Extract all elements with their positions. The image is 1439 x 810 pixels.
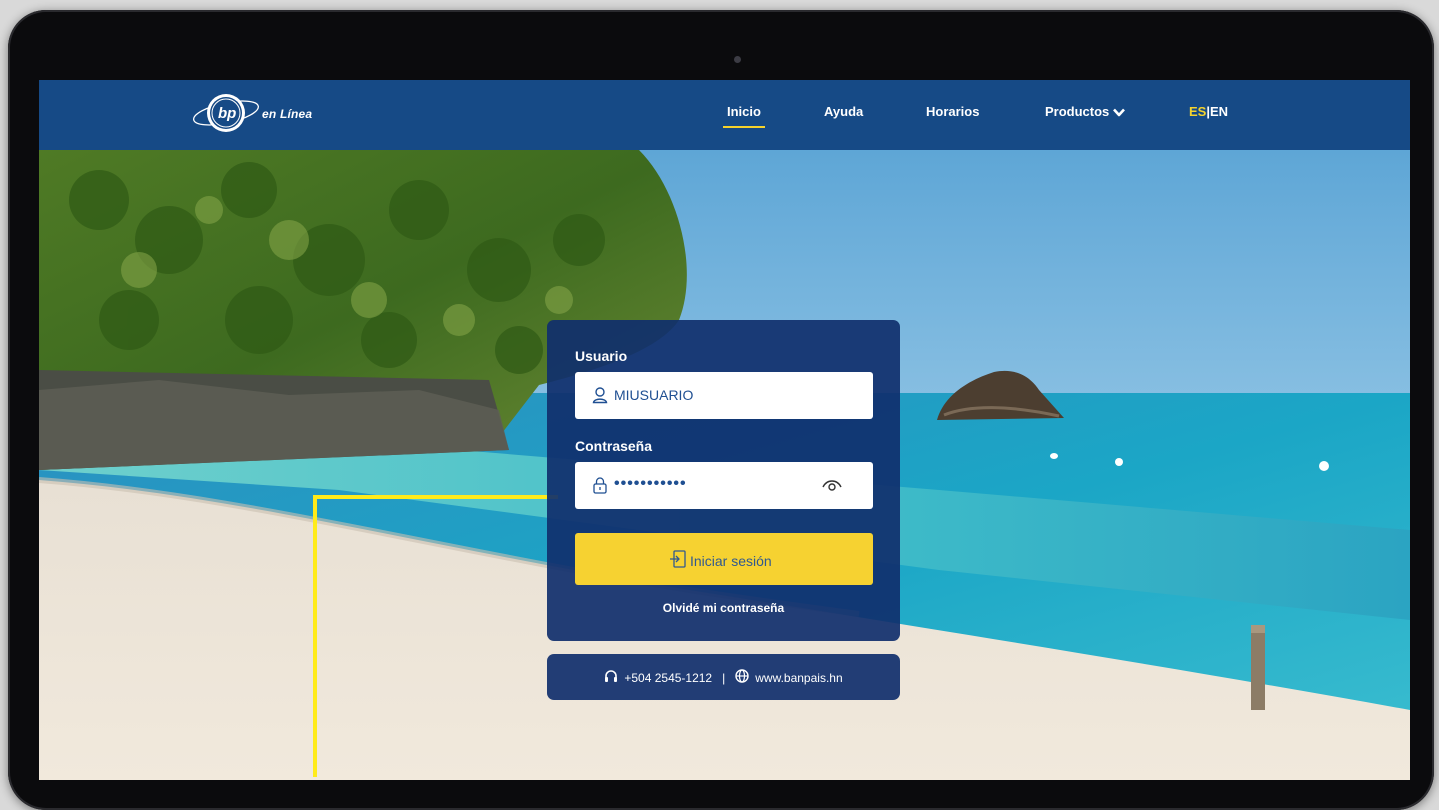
callout-line-vertical <box>313 497 317 777</box>
login-button[interactable]: Iniciar sesión <box>575 533 873 585</box>
nav-item-ayuda[interactable]: Ayuda <box>824 104 863 119</box>
contact-website[interactable]: www.banpais.hn <box>755 671 842 685</box>
contact-card: +504 2545-1212 | www.banpais.hn <box>547 654 900 700</box>
contact-phone[interactable]: +504 2545-1212 <box>624 671 712 685</box>
login-card: Usuario MIUSUARIO Contraseña •••••••••••… <box>547 320 900 641</box>
username-value: MIUSUARIO <box>614 387 694 403</box>
password-value: ••••••••••• <box>614 475 687 492</box>
camera <box>734 56 741 63</box>
lang-en[interactable]: EN <box>1210 104 1228 119</box>
top-navbar: bp en Línea Inicio Ayuda Horarios Produc… <box>39 80 1410 150</box>
contact-info: +504 2545-1212 | www.banpais.hn <box>547 669 900 686</box>
chevron-down-icon <box>1113 105 1126 120</box>
login-icon <box>669 549 687 572</box>
nav-item-inicio[interactable]: Inicio <box>723 104 765 128</box>
app-screen: bp en Línea Inicio Ayuda Horarios Produc… <box>39 80 1410 780</box>
login-button-content: Iniciar sesión <box>669 549 772 572</box>
username-label: Usuario <box>575 348 628 364</box>
globe-icon <box>735 669 749 686</box>
password-input[interactable]: ••••••••••• <box>575 462 873 509</box>
nav-item-productos-label: Productos <box>1045 104 1110 119</box>
nav-item-productos[interactable]: Productos <box>1045 104 1126 120</box>
username-input[interactable]: MIUSUARIO <box>575 372 873 419</box>
user-icon <box>591 386 609 404</box>
eye-icon[interactable] <box>821 476 843 494</box>
language-switch: ES|EN <box>1189 104 1228 119</box>
login-button-label: Iniciar sesión <box>690 552 772 569</box>
logo-mark-text: bp <box>218 105 236 122</box>
contact-separator: | <box>722 670 726 685</box>
nav-item-horarios[interactable]: Horarios <box>926 104 979 119</box>
headset-icon <box>604 669 618 686</box>
forgot-password-link[interactable]: Olvidé mi contraseña <box>547 601 900 615</box>
callout-line-horizontal <box>313 495 558 499</box>
brand-logo[interactable]: bp en Línea <box>184 86 319 138</box>
lock-icon <box>591 476 609 494</box>
lang-es[interactable]: ES <box>1189 104 1206 119</box>
password-label: Contraseña <box>575 438 653 454</box>
logo-text: en Línea <box>262 107 313 121</box>
